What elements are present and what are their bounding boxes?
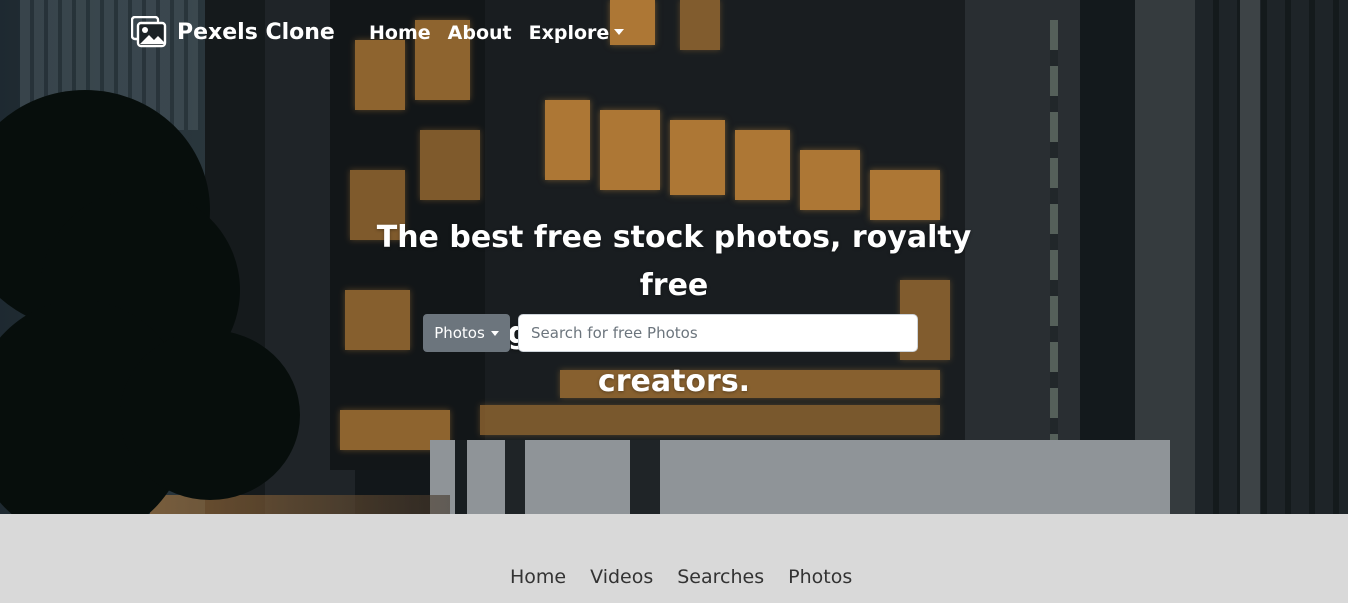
search-type-dropdown[interactable]: Photos [423,314,510,352]
nav-explore-label: Explore [528,22,610,44]
hero-headline-line1: The best free stock photos, royalty free [376,220,972,303]
bottom-nav-home[interactable]: Home [510,566,566,588]
images-icon [131,16,167,48]
nav-about[interactable]: About [448,22,512,44]
search-input[interactable] [518,314,918,352]
bottom-nav-bar: Home Videos Searches Photos [0,514,1348,603]
brand-name: Pexels Clone [177,19,335,45]
bottom-nav-links: Home Videos Searches Photos [510,566,852,588]
caret-down-icon [490,330,499,336]
bottom-nav-videos[interactable]: Videos [590,566,653,588]
hero-section: Pexels Clone Home About Explore The best… [0,0,1348,514]
bottom-nav-searches[interactable]: Searches [677,566,764,588]
search-type-label: Photos [434,324,485,342]
main-nav: Home About Explore [369,22,625,44]
nav-home[interactable]: Home [369,22,431,44]
top-navbar: Pexels Clone Home About Explore [0,0,1348,66]
nav-explore-dropdown[interactable]: Explore [529,22,625,44]
hero-headline: The best free stock photos, royalty free… [374,214,974,406]
brand[interactable]: Pexels Clone [131,16,335,48]
caret-down-icon [614,29,625,35]
search-bar: Photos [423,314,918,352]
bottom-nav-photos[interactable]: Photos [788,566,852,588]
